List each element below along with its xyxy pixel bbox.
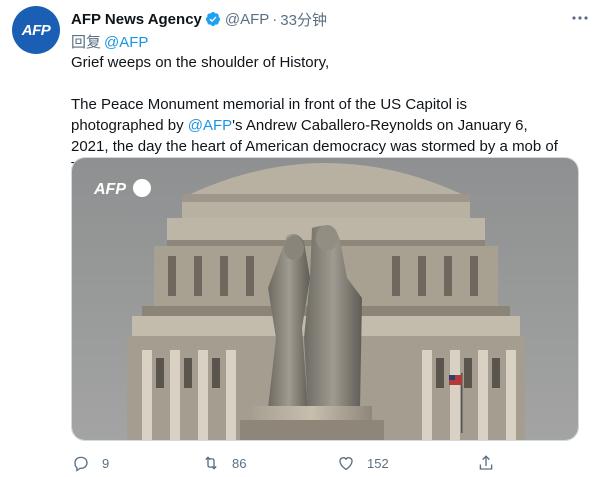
tweet-line-1: Grief weeps on the shoulder of History, — [71, 54, 330, 71]
reply-button[interactable]: 9 — [70, 450, 109, 476]
retweet-button[interactable]: 86 — [200, 450, 246, 476]
avatar[interactable]: AFP — [12, 6, 60, 54]
photo-peace-monument: AFP — [72, 158, 578, 440]
reply-prefix: 回复 — [71, 34, 102, 51]
like-button[interactable]: 152 — [335, 450, 389, 476]
account-handle[interactable]: @AFP — [225, 11, 269, 28]
retweet-count: 86 — [232, 455, 247, 471]
retweet-icon — [200, 452, 222, 474]
share-button[interactable] — [475, 450, 497, 476]
afp-mention-link[interactable]: @AFP — [188, 117, 232, 134]
share-icon — [475, 452, 497, 474]
reply-mention-link[interactable]: @AFP — [104, 34, 148, 51]
tweet-actions: 9 86 152 — [60, 450, 520, 476]
avatar-logo: AFP — [21, 21, 51, 39]
account-name[interactable]: AFP News Agency — [71, 11, 202, 28]
reply-count: 9 — [102, 455, 110, 471]
photo-watermark: AFP — [93, 181, 126, 198]
tweet-photo[interactable]: AFP — [71, 157, 579, 441]
verified-badge-icon — [205, 11, 221, 27]
more-icon[interactable] — [569, 9, 591, 27]
tweet-header: AFP News Agency @AFP · 33分钟 — [71, 9, 589, 29]
like-count: 152 — [367, 455, 389, 471]
replying-to: 回复 @AFP — [71, 31, 148, 52]
heart-icon — [335, 452, 357, 474]
separator-dot: · — [272, 10, 278, 28]
reply-icon — [70, 452, 92, 474]
tweet-time[interactable]: 33分钟 — [280, 9, 327, 30]
tweet: AFP AFP News Agency @AFP · 33分钟 回复 @AFP G… — [0, 0, 599, 477]
